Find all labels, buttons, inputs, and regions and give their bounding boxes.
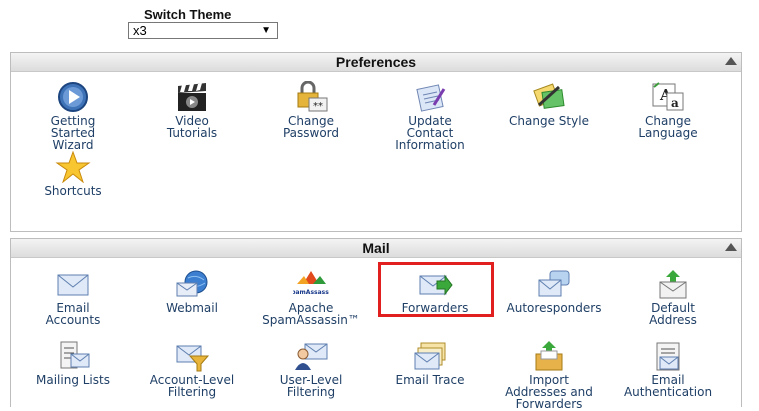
item-label: Email Accounts xyxy=(45,301,101,327)
default-address-icon xyxy=(659,270,687,299)
palette-icon xyxy=(533,83,565,109)
item-label: Apache SpamAssassin™ xyxy=(262,301,360,327)
mailing-list-icon xyxy=(60,341,90,369)
item-label: Getting Started Wizard xyxy=(50,114,96,152)
theme-select[interactable]: x3 ▼ xyxy=(128,22,278,39)
contact-icon xyxy=(416,84,446,112)
envelope-icon xyxy=(57,274,89,296)
change-language[interactable]: A a Change Language xyxy=(611,81,725,139)
user-filter-icon xyxy=(295,343,328,370)
change-style[interactable]: Change Style xyxy=(492,81,606,127)
item-label: Mailing Lists xyxy=(36,373,110,387)
theme-select-value: x3 xyxy=(133,23,147,38)
account-level-filtering[interactable]: Account-Level Filtering xyxy=(135,340,249,398)
spamassassin-icon: SpamAssassin xyxy=(293,271,329,296)
item-label: Email Trace xyxy=(395,373,465,387)
filter-icon xyxy=(176,345,210,372)
getting-started-wizard[interactable]: Getting Started Wizard xyxy=(16,81,130,151)
autoresponders[interactable]: Autoresponders xyxy=(497,268,611,314)
preferences-title: Preferences xyxy=(335,54,417,70)
switch-theme-label: Switch Theme xyxy=(144,7,232,22)
preferences-panel: Preferences Getting Started Wizard Video… xyxy=(10,52,742,232)
collapse-icon[interactable] xyxy=(725,243,737,251)
default-address[interactable]: Default Address xyxy=(616,268,730,326)
forward-envelope-icon xyxy=(419,274,453,296)
item-label: Email Authentication xyxy=(623,373,713,399)
svg-text:a: a xyxy=(671,96,679,110)
import-icon xyxy=(535,341,563,371)
apache-spamassassin[interactable]: SpamAssassin Apache SpamAssassin™ xyxy=(254,268,368,326)
item-label: User-Level Filtering xyxy=(279,373,343,399)
webmail[interactable]: Webmail xyxy=(135,268,249,314)
autoresponder-icon xyxy=(538,270,570,297)
item-label: Import Addresses and Forwarders xyxy=(505,373,593,411)
dropdown-arrow-icon: ▼ xyxy=(261,25,271,36)
item-label: Autoresponders xyxy=(506,301,602,315)
email-authentication[interactable]: Email Authentication xyxy=(611,340,725,398)
language-icon: A a xyxy=(652,82,684,111)
item-label: Webmail xyxy=(166,301,218,315)
item-label: Shortcuts xyxy=(44,184,102,198)
item-label: Change Language xyxy=(638,114,698,140)
forwarders[interactable]: Forwarders xyxy=(378,268,492,314)
video-tutorials[interactable]: Video Tutorials xyxy=(135,81,249,139)
clapperboard-icon xyxy=(178,83,206,111)
preferences-header[interactable]: Preferences xyxy=(11,53,741,72)
star-icon xyxy=(55,151,91,183)
item-label: Account-Level Filtering xyxy=(149,373,235,399)
item-label: Default Address xyxy=(649,301,697,327)
item-label: Change Style xyxy=(509,114,589,128)
collapse-icon[interactable] xyxy=(725,57,737,65)
svg-text:**: ** xyxy=(313,101,323,112)
email-trace[interactable]: Email Trace xyxy=(373,340,487,386)
mail-title: Mail xyxy=(362,240,390,256)
globe-envelope-icon xyxy=(176,270,208,297)
email-accounts[interactable]: Email Accounts xyxy=(16,268,130,326)
lock-icon: ** xyxy=(297,81,328,112)
item-label: Forwarders xyxy=(401,301,469,315)
trace-icon xyxy=(414,342,446,370)
item-label: Update Contact Information xyxy=(395,114,465,152)
mail-panel: Mail Email Accounts Webmail SpamAssassin… xyxy=(10,238,742,410)
shortcuts[interactable]: Shortcuts xyxy=(16,151,130,197)
update-contact-information[interactable]: Update Contact Information xyxy=(373,81,487,151)
import-addresses-and-forwarders[interactable]: Import Addresses and Forwarders xyxy=(492,340,606,410)
mailing-lists[interactable]: Mailing Lists xyxy=(16,340,130,386)
item-label: Change Password xyxy=(282,114,340,140)
svg-text:SpamAssassin: SpamAssassin xyxy=(293,289,329,296)
change-password[interactable]: ** Change Password xyxy=(254,81,368,139)
user-level-filtering[interactable]: User-Level Filtering xyxy=(254,340,368,398)
play-icon xyxy=(58,82,88,112)
item-label: Video Tutorials xyxy=(166,114,218,140)
authentication-icon xyxy=(656,342,680,371)
mail-header[interactable]: Mail xyxy=(11,239,741,258)
